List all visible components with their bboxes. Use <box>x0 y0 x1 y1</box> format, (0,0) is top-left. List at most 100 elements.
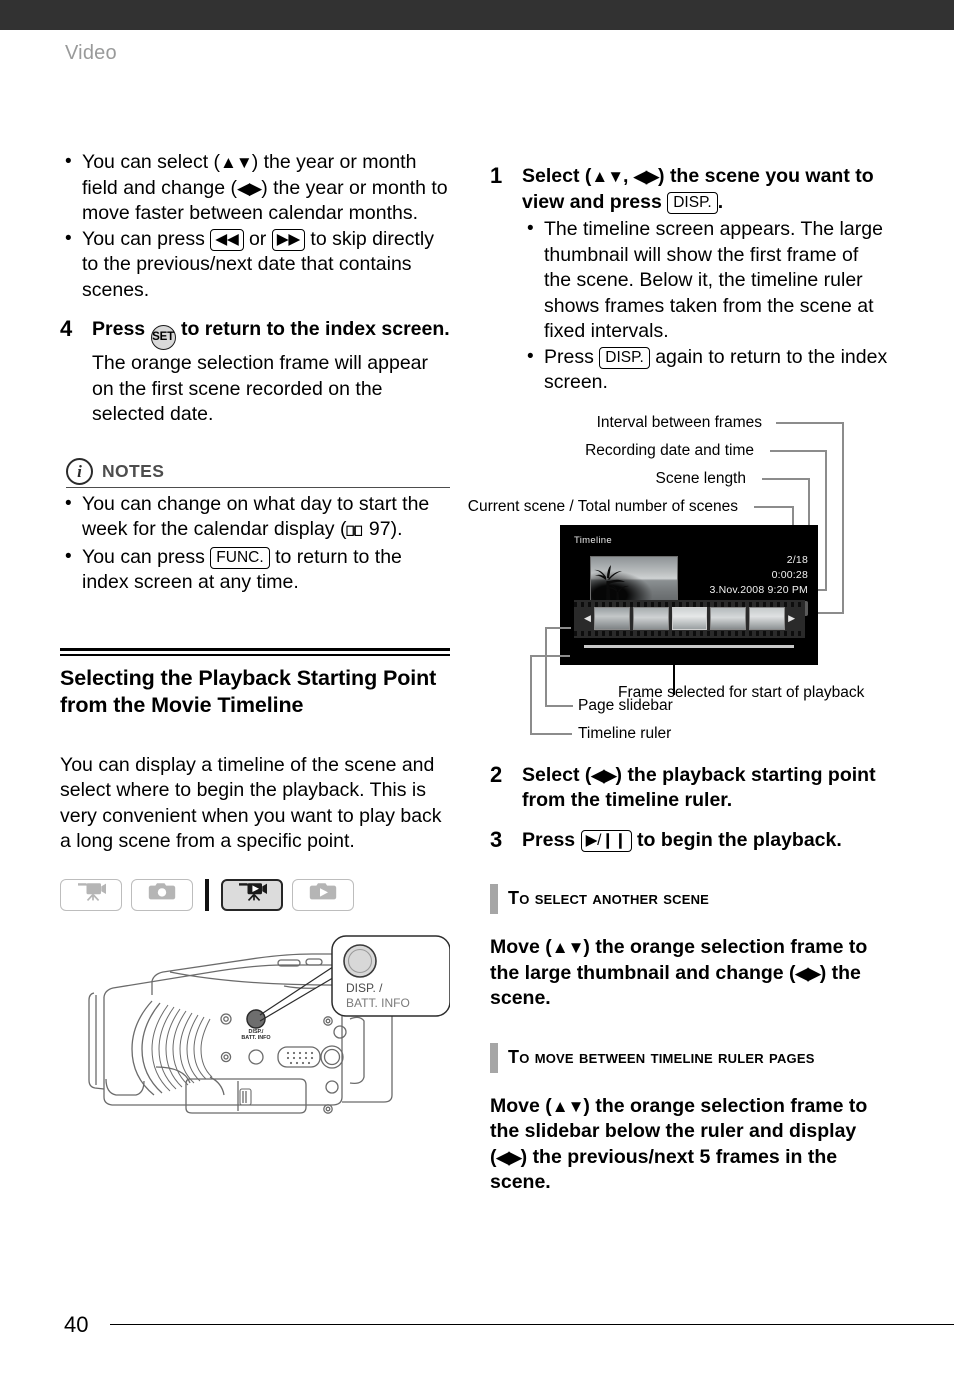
subheading-text: To move between timeline ruler pages <box>508 1046 815 1067</box>
section-rule-top <box>60 647 450 651</box>
leader-ruler-v <box>530 654 532 735</box>
step-2-heading: Select (◀▶) the playback starting point … <box>522 763 876 812</box>
filmstrip-perforations-top <box>574 601 805 607</box>
still-camera-icon <box>147 881 177 909</box>
callout-label-timeline-ruler: Timeline ruler <box>578 724 672 742</box>
timeline-frame[interactable] <box>749 607 786 630</box>
step-3-pre: Press <box>522 828 576 851</box>
leader-datetime-h1 <box>770 449 827 452</box>
ruler-left-arrow-icon[interactable]: ◀ <box>584 613 591 625</box>
notes-item-1-post: ). <box>390 518 403 540</box>
running-head: Video <box>65 42 117 64</box>
leader-ruler-h2 <box>530 732 572 735</box>
top-header-bar <box>0 0 954 30</box>
camcorder-diagram-svg: DISP./ BATT. INFO DISP. / BATT. INFO <box>88 934 451 1114</box>
step-3-heading: Press ▶/❙❙ to begin the playback. <box>522 828 890 854</box>
scene-count: 2/18 <box>786 553 808 566</box>
mode-movie-record[interactable] <box>60 878 122 911</box>
section-title: Selecting the Playback Starting Point fr… <box>60 665 437 717</box>
notes-header: i NOTES <box>60 457 450 492</box>
timeline-frame-selected[interactable] <box>671 607 708 630</box>
timeline-frame[interactable] <box>632 607 669 630</box>
timeline-screen: Timeline 2/18 0:00:28 3.Nov.2008 9:20 PM… <box>560 524 818 665</box>
step-1-b2-pre: Press <box>544 345 594 368</box>
set-key-icon: SET <box>150 325 176 350</box>
subheading-bar <box>490 1042 498 1073</box>
callout-label-line2: BATT. INFO <box>346 996 410 1010</box>
step-1-bullets: The timeline screen appears. The large t… <box>522 216 890 396</box>
leader-count-h1 <box>754 505 794 508</box>
timeline-figure: Interval between frames Recording date a… <box>468 412 890 757</box>
subheading-text: To select another scene <box>508 888 710 908</box>
disp-key-icon: DISP. <box>599 346 650 369</box>
callout-button-inner <box>347 948 373 973</box>
screen-title: Timeline <box>574 534 612 546</box>
section-rule-bottom <box>60 653 450 656</box>
mode-movie-playback[interactable] <box>221 878 283 911</box>
leader-ruler-h1 <box>530 654 570 657</box>
photo-playback-icon <box>308 881 338 909</box>
left-right-arrows-icon: ◀▶ <box>237 178 262 198</box>
step-1-b2-post: again to return to the index screen. <box>544 345 888 394</box>
list-item: You can change on what day to start the … <box>60 491 450 545</box>
mode-photo-playback[interactable] <box>292 878 354 911</box>
camcorder-body-label-line2: BATT. INFO <box>241 1035 270 1041</box>
notes-item-2-pre: You can press <box>82 545 205 568</box>
step-1-heading: Select (▲▼, ◀▶) the scene you want to vi… <box>522 165 874 214</box>
subheading-move-between-pages: To move between timeline ruler pages <box>490 1042 890 1073</box>
list-item: You can select (▲▼) the year or month fi… <box>60 149 450 227</box>
step-3: 3 Press ▶/❙❙ to begin the playback. <box>490 827 890 854</box>
step-number: 2 <box>490 761 503 787</box>
mode-photo-record[interactable] <box>131 878 193 911</box>
step-1: 1 Select (▲▼, ◀▶) the scene you want to … <box>490 163 890 396</box>
page-number: 40 <box>64 1312 89 1337</box>
left-column: You can select (▲▼) the year or month fi… <box>60 149 451 1144</box>
ruler-right-arrow-icon[interactable]: ▶ <box>788 613 795 625</box>
movie-camera-icon <box>74 880 108 909</box>
step-4-heading-pre: Press <box>92 318 146 340</box>
page-slidebar[interactable] <box>584 644 794 648</box>
timeline-ruler[interactable]: ◀ ▶ <box>574 599 805 638</box>
play-pause-key-icon: ▶/❙❙ <box>580 829 632 852</box>
left-right-arrows-icon: ◀▶ <box>795 963 821 983</box>
camcorder-illustration: DISP./ BATT. INFO DISP. / BATT. INFO <box>60 929 451 1144</box>
movie-playback-icon <box>235 880 269 909</box>
timeline-frame[interactable] <box>593 607 630 630</box>
filmstrip-perforations-bottom <box>574 630 805 636</box>
callout-label-scene-count: Current scene / Total number of scenes <box>467 497 738 515</box>
paragraph-select-another-scene: Move (▲▼) the orange selection frame to … <box>490 936 868 1009</box>
step-4-description: The orange selection frame will appear o… <box>92 352 429 425</box>
paragraph-move-between-pages: Move (▲▼) the orange selection frame to … <box>490 1094 868 1194</box>
subheading-bar <box>490 884 498 914</box>
callout-label-datetime: Recording date and time <box>585 441 754 459</box>
notes-label: NOTES <box>102 460 165 481</box>
step-3-post: to begin the playback. <box>637 828 842 851</box>
func-key-icon: FUNC. <box>210 546 270 569</box>
left-right-arrows-icon: ◀▶ <box>633 167 659 186</box>
callout-label-line1: DISP. / <box>346 981 383 995</box>
step-4-heading: Press SET to return to the index screen. <box>92 317 450 350</box>
up-down-arrows-icon: ▲▼ <box>591 167 624 186</box>
leader-datetime-v <box>825 449 827 591</box>
step-4-heading-post: to return to the index screen. <box>180 318 450 340</box>
right-column: 1 Select (▲▼, ◀▶) the scene you want to … <box>468 150 890 1196</box>
top-bullet-list: You can select (▲▼) the year or month fi… <box>60 149 450 303</box>
page-footer: 40 <box>0 1289 954 1379</box>
step-number: 4 <box>60 316 73 341</box>
step-2: 2 Select (◀▶) the playback starting poin… <box>490 761 890 814</box>
notes-list: You can change on what day to start the … <box>60 491 450 596</box>
timeline-frame[interactable] <box>710 607 747 630</box>
leader-interval-h1 <box>776 421 844 424</box>
book-page-icon <box>346 519 363 545</box>
subheading-select-another-scene: To select another scene <box>490 884 890 914</box>
leader-slidebar-h2 <box>545 704 573 707</box>
left-right-arrows-icon: ◀▶ <box>496 1147 522 1167</box>
section-intro-paragraph: You can display a timeline of the scene … <box>60 753 442 853</box>
scene-length: 0:00:28 <box>771 568 808 581</box>
step-1-period: . <box>717 190 724 213</box>
leader-slidebar-v <box>545 626 547 707</box>
callout-label-interval: Interval between frames <box>596 413 762 431</box>
disp-key-icon: DISP. <box>667 191 718 214</box>
leader-interval-v <box>842 421 844 614</box>
step-4: 4 Press SET to return to the index scree… <box>60 316 450 428</box>
